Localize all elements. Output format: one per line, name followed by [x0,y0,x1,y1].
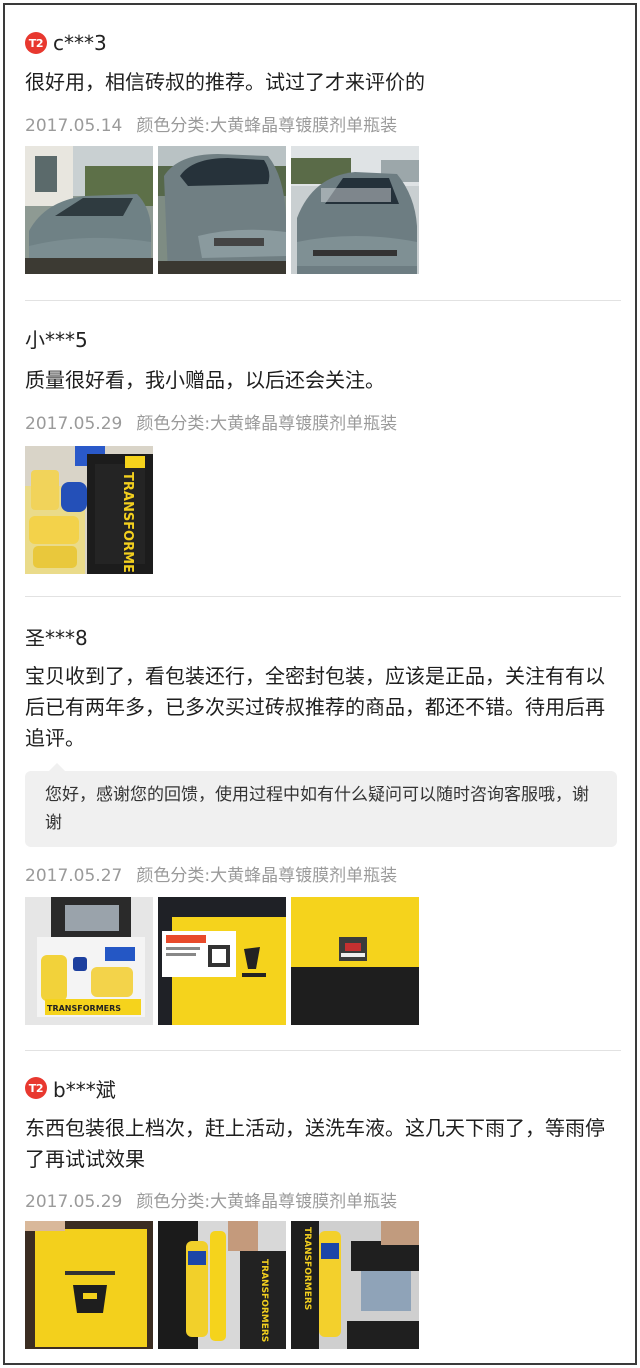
review-photo-bottles-hand[interactable]: TRANSFORMERS [158,1221,286,1349]
review-text: 质量很好看，我小赠品，以后还会关注。 [25,368,385,392]
svg-text:TRANSFORMERS: TRANSFORMERS [120,472,135,574]
review-photo-car-front[interactable] [291,146,419,274]
svg-text:TRANSFORMERS: TRANSFORMERS [302,1227,312,1310]
review-photo-open-box[interactable]: TRANSFORMERS [25,897,153,1025]
sku-info: 颜色分类:大黄蜂晶尊镀膜剂单瓶装 [136,414,398,434]
review-photo-yellow-package[interactable] [158,897,286,1025]
reviewer: 小***5 [25,323,88,353]
reviewer-name: 圣***8 [25,625,88,650]
review-date: 2017.05.29 [25,414,123,434]
member-badge: T2 [25,32,47,54]
reviewer-name: 小***5 [25,327,88,352]
review-item: 圣***8 宝贝收到了，看包装还行，全密封包装，应该是正品，关注有有以后已有两年… [5,597,635,1051]
member-badge: T2 [25,1077,47,1099]
review-date: 2017.05.27 [25,866,123,886]
reviewer: T2 b***斌 [25,1073,116,1103]
seller-reply: 您好，感谢您的回馈，使用过程中如有什么疑问可以随时咨询客服哦，谢谢 [25,763,617,847]
review-photo-yellow-box[interactable] [25,1221,153,1349]
review-meta: 2017.05.27 颜色分类:大黄蜂晶尊镀膜剂单瓶装 [25,861,397,886]
review-meta: 2017.05.14 颜色分类:大黄蜂晶尊镀膜剂单瓶装 [25,111,397,136]
svg-text:TRANSFORMERS: TRANSFORMERS [47,1004,121,1013]
reviewer-name: c***3 [53,31,107,55]
review-date: 2017.05.14 [25,116,123,136]
reviewer: T2 c***3 [25,28,107,58]
review-text: 宝贝收到了，看包装还行，全密封包装，应该是正品，关注有有以后已有两年多，已多次买… [25,664,605,750]
review-photo-product-box[interactable]: TRANSFORMERS [25,446,153,574]
sku-info: 颜色分类:大黄蜂晶尊镀膜剂单瓶装 [136,116,398,136]
review-list: T2 c***3 很好用，相信砖叔的推荐。试过了才来评价的 2017.05.14… [3,3,637,1365]
review-date: 2017.05.29 [25,1192,123,1212]
sku-info: 颜色分类:大黄蜂晶尊镀膜剂单瓶装 [136,1192,398,1212]
review-text: 东西包装很上档次，赶上活动，送洗车液。这几天下雨了，等雨停了再试试效果 [25,1116,605,1171]
photo-row: TRANSFORMERS [25,897,419,1025]
review-photo-yellow-label[interactable] [291,897,419,1025]
reviewer: 圣***8 [25,621,88,651]
review-photo-bottles-box[interactable]: TRANSFORMERS [291,1221,419,1349]
review-meta: 2017.05.29 颜色分类:大黄蜂晶尊镀膜剂单瓶装 [25,1187,397,1212]
review-item: 小***5 质量很好看，我小赠品，以后还会关注。 2017.05.29 颜色分类:… [5,301,635,597]
review-item: T2 b***斌 东西包装很上档次，赶上活动，送洗车液。这几天下雨了，等雨停了再… [5,1051,635,1365]
photo-row [25,146,419,274]
svg-text:TRANSFORMERS: TRANSFORMERS [259,1259,269,1342]
photo-row: TRANSFORMERS TRANSFORMERS [25,1221,419,1349]
review-item: T2 c***3 很好用，相信砖叔的推荐。试过了才来评价的 2017.05.14… [5,5,635,301]
review-photo-car-side[interactable] [158,146,286,274]
photo-row: TRANSFORMERS [25,446,153,574]
reviewer-name: b***斌 [53,1077,116,1102]
review-text: 很好用，相信砖叔的推荐。试过了才来评价的 [25,70,425,94]
review-photo-car-front-left[interactable] [25,146,153,274]
sku-info: 颜色分类:大黄蜂晶尊镀膜剂单瓶装 [136,866,398,886]
review-meta: 2017.05.29 颜色分类:大黄蜂晶尊镀膜剂单瓶装 [25,409,397,434]
